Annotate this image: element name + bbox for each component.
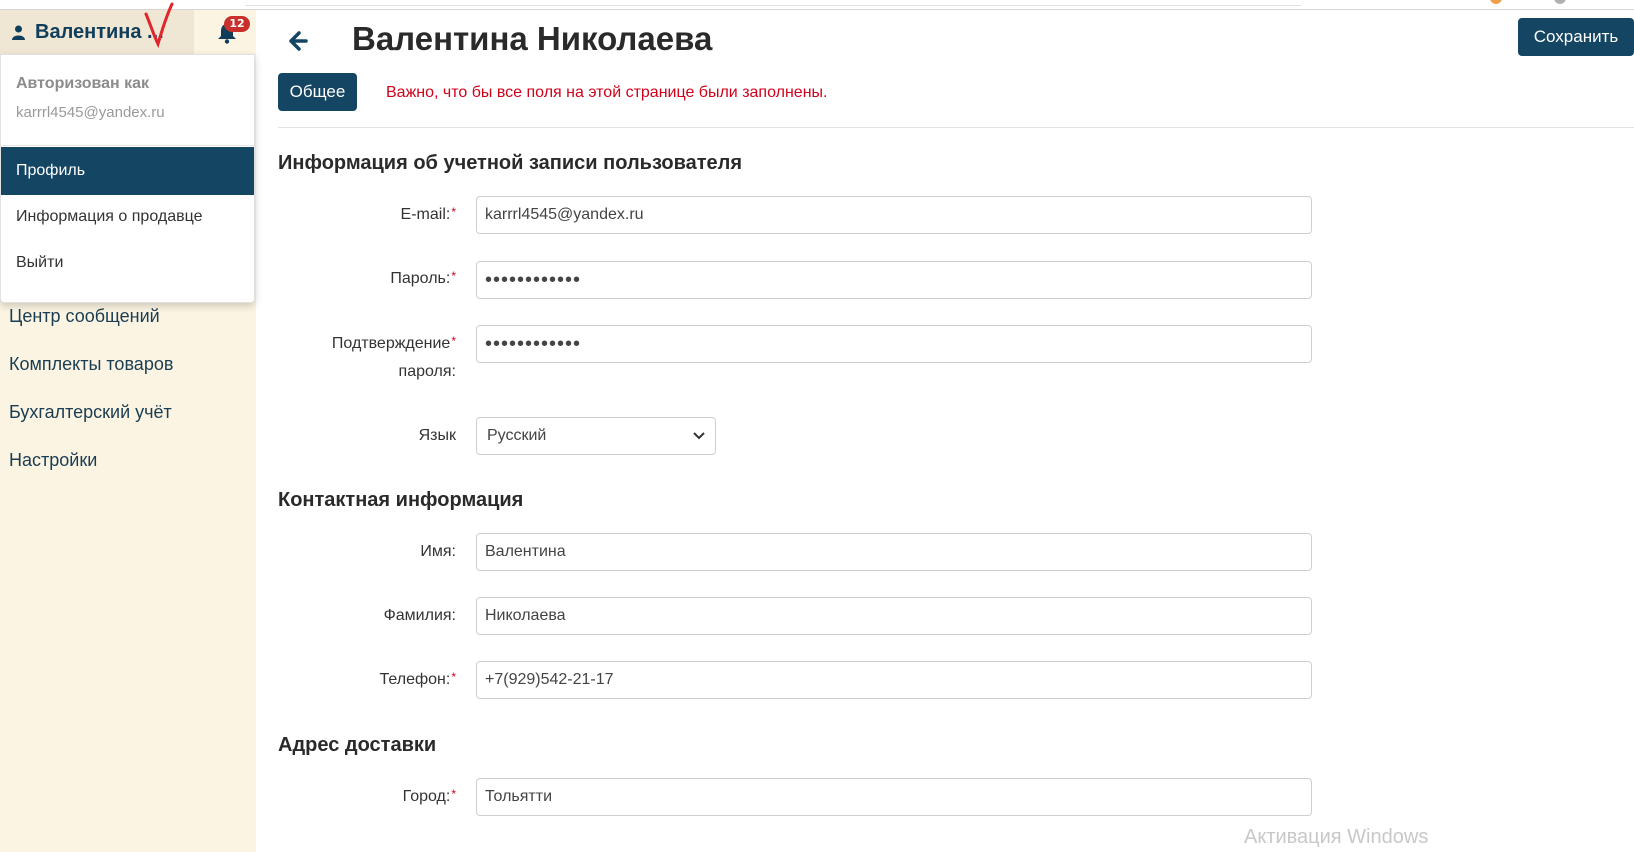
confirm-label-line1: Подтверждение bbox=[331, 335, 451, 352]
email-field[interactable] bbox=[476, 196, 1312, 234]
browser-profile-icon[interactable] bbox=[1554, 0, 1566, 4]
back-arrow-icon[interactable] bbox=[286, 30, 310, 52]
email-label: E-mail:* bbox=[256, 201, 456, 229]
section-title-delivery: Адрес доставки bbox=[278, 734, 437, 756]
user-bar: Валентина ... 12 bbox=[0, 10, 256, 54]
last-name-label-text: Фамилия: bbox=[383, 607, 456, 624]
language-select[interactable]: Русский bbox=[476, 417, 716, 455]
required-mark: * bbox=[451, 205, 456, 219]
menu-item-seller-info[interactable]: Информация о продавце bbox=[1, 193, 254, 241]
required-mark: * bbox=[451, 334, 456, 348]
dropdown-divider bbox=[1, 145, 254, 146]
first-name-field[interactable] bbox=[476, 533, 1312, 571]
first-name-label: Имя: bbox=[256, 538, 456, 566]
user-icon bbox=[12, 25, 25, 40]
header-divider bbox=[278, 127, 1634, 128]
browser-extension-icon[interactable] bbox=[1490, 0, 1502, 4]
phone-label: Телефон:* bbox=[256, 666, 457, 694]
notification-badge: 12 bbox=[224, 16, 250, 32]
confirm-label-line2: пароля: bbox=[398, 363, 456, 380]
required-mark: * bbox=[451, 269, 456, 283]
city-field[interactable] bbox=[476, 778, 1312, 816]
email-label-text: E-mail: bbox=[400, 206, 451, 223]
last-name-label: Фамилия: bbox=[256, 602, 456, 630]
sidebar-nav: Центр сообщений Комплекты товаров Бухгал… bbox=[0, 292, 256, 484]
sidebar-item-bundles[interactable]: Комплекты товаров bbox=[0, 340, 256, 388]
auth-email: karrrl4545@yandex.ru bbox=[16, 104, 165, 121]
language-label-text: Язык bbox=[418, 427, 456, 444]
save-button[interactable]: Сохранить bbox=[1518, 18, 1634, 56]
top-strip-segment bbox=[245, 0, 1301, 6]
last-name-field[interactable] bbox=[476, 597, 1312, 635]
confirm-password-label: Подтверждение* пароля: bbox=[256, 330, 456, 386]
menu-item-profile[interactable]: Профиль bbox=[1, 147, 254, 195]
city-label-text: Город: bbox=[402, 788, 451, 805]
windows-activation-watermark: Активация Windows bbox=[1244, 826, 1429, 848]
warning-message: Важно, что бы все поля на этой странице … bbox=[386, 84, 828, 101]
password-label-text: Пароль: bbox=[390, 270, 451, 287]
password-label: Пароль:* bbox=[256, 265, 456, 293]
sidebar-item-settings[interactable]: Настройки bbox=[0, 436, 256, 484]
phone-label-text: Телефон: bbox=[379, 671, 451, 688]
password-field[interactable] bbox=[476, 261, 1312, 299]
required-mark: * bbox=[451, 670, 456, 684]
first-name-label-text: Имя: bbox=[420, 543, 456, 560]
user-menu-button[interactable]: Валентина ... bbox=[0, 10, 194, 54]
city-label: Город:* bbox=[256, 783, 456, 811]
phone-field[interactable] bbox=[476, 661, 1312, 699]
required-mark: * bbox=[451, 787, 456, 801]
auth-heading: Авторизован как bbox=[16, 75, 150, 92]
language-label: Язык bbox=[256, 422, 456, 450]
main-content: Валентина Николаева Сохранить Общее Важн… bbox=[256, 10, 1634, 852]
language-select-value: Русский bbox=[487, 427, 547, 444]
chevron-down-icon bbox=[693, 432, 705, 440]
sidebar-item-accounting[interactable]: Бухгалтерский учёт bbox=[0, 388, 256, 436]
tab-general[interactable]: Общее bbox=[278, 73, 357, 111]
confirm-password-field[interactable] bbox=[476, 325, 1312, 363]
menu-item-logout[interactable]: Выйти bbox=[1, 239, 254, 287]
user-name: Валентина ... bbox=[35, 20, 164, 43]
section-title-account: Информация об учетной записи пользовател… bbox=[278, 152, 743, 174]
page-title: Валентина Николаева bbox=[352, 20, 713, 57]
user-dropdown-menu: Авторизован как karrrl4545@yandex.ru Про… bbox=[0, 54, 255, 303]
browser-top-strip bbox=[0, 0, 1634, 10]
section-title-contact: Контактная информация bbox=[278, 489, 524, 511]
